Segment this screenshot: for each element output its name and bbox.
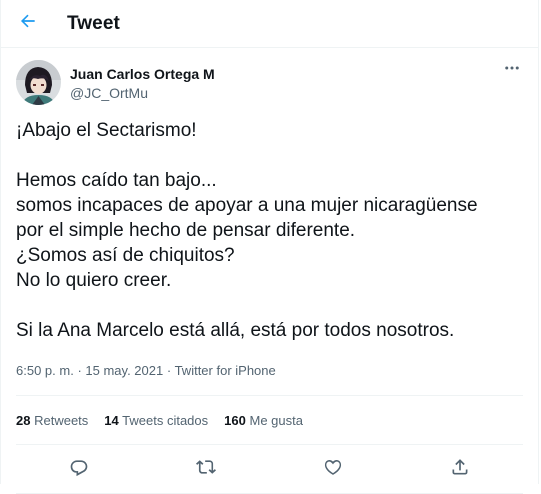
tweet-date[interactable]: 15 may. 2021 xyxy=(85,363,163,378)
tweet-meta: 6:50 p. m. · 15 may. 2021 · Twitter for … xyxy=(16,363,523,396)
reply-button[interactable] xyxy=(62,452,96,486)
quotes-stat[interactable]: 14 Tweets citados xyxy=(104,413,208,428)
tweet-line: por el simple hecho de pensar diferente. xyxy=(16,220,356,241)
tweet-line: somos incapaces de apoyar a una mujer ni… xyxy=(16,195,478,216)
tweet-line: ¿Somos así de chiquitos? xyxy=(16,245,235,266)
share-icon xyxy=(450,457,470,482)
retweets-stat[interactable]: 28 Retweets xyxy=(16,413,88,428)
retweet-icon xyxy=(196,457,217,482)
arrow-left-icon xyxy=(18,11,38,36)
back-button[interactable] xyxy=(10,6,46,42)
tweet-time[interactable]: 6:50 p. m. xyxy=(16,363,74,378)
more-horizontal-icon xyxy=(503,59,521,82)
avatar[interactable] xyxy=(16,60,61,105)
tweet-line: Hemos caído tan bajo... xyxy=(16,170,217,191)
meta-separator: · xyxy=(77,363,82,378)
share-button[interactable] xyxy=(443,452,477,486)
tweet-page: Tweet Juan Carlos Ortega M @JC_OrtMu ¡Ab… xyxy=(0,0,539,494)
tweet-text: ¡Abajo el Sectarismo! Hemos caído tan ba… xyxy=(16,118,523,343)
tweet-actions xyxy=(16,445,523,494)
tweet-source[interactable]: Twitter for iPhone xyxy=(175,363,276,378)
like-button[interactable] xyxy=(316,452,350,486)
more-button[interactable] xyxy=(500,58,524,82)
retweets-label: Retweets xyxy=(34,412,89,428)
page-title: Tweet xyxy=(67,12,120,34)
retweet-button[interactable] xyxy=(189,452,223,486)
author-handle[interactable]: @JC_OrtMu xyxy=(70,84,215,102)
tweet-line: ¡Abajo el Sectarismo! xyxy=(16,120,197,141)
quotes-label: Tweets citados xyxy=(122,412,209,428)
heart-icon xyxy=(323,457,343,482)
tweet-line: No lo quiero creer. xyxy=(16,270,172,291)
author-names: Juan Carlos Ortega M @JC_OrtMu xyxy=(70,66,215,102)
meta-separator: · xyxy=(166,363,172,378)
tweet-author: Juan Carlos Ortega M @JC_OrtMu xyxy=(1,60,538,118)
likes-count: 160 xyxy=(224,412,246,428)
author-display-name[interactable]: Juan Carlos Ortega M xyxy=(70,66,215,83)
reply-icon xyxy=(69,457,89,482)
retweets-count: 28 xyxy=(16,412,31,428)
likes-label: Me gusta xyxy=(249,412,303,428)
tweet-line: Si la Ana Marcelo está allá, está por to… xyxy=(16,320,455,341)
likes-stat[interactable]: 160 Me gusta xyxy=(224,413,303,428)
page-header: Tweet xyxy=(1,0,538,48)
tweet-stats: 28 Retweets 14 Tweets citados 160 Me gus… xyxy=(16,396,523,445)
quotes-count: 14 xyxy=(104,412,119,428)
